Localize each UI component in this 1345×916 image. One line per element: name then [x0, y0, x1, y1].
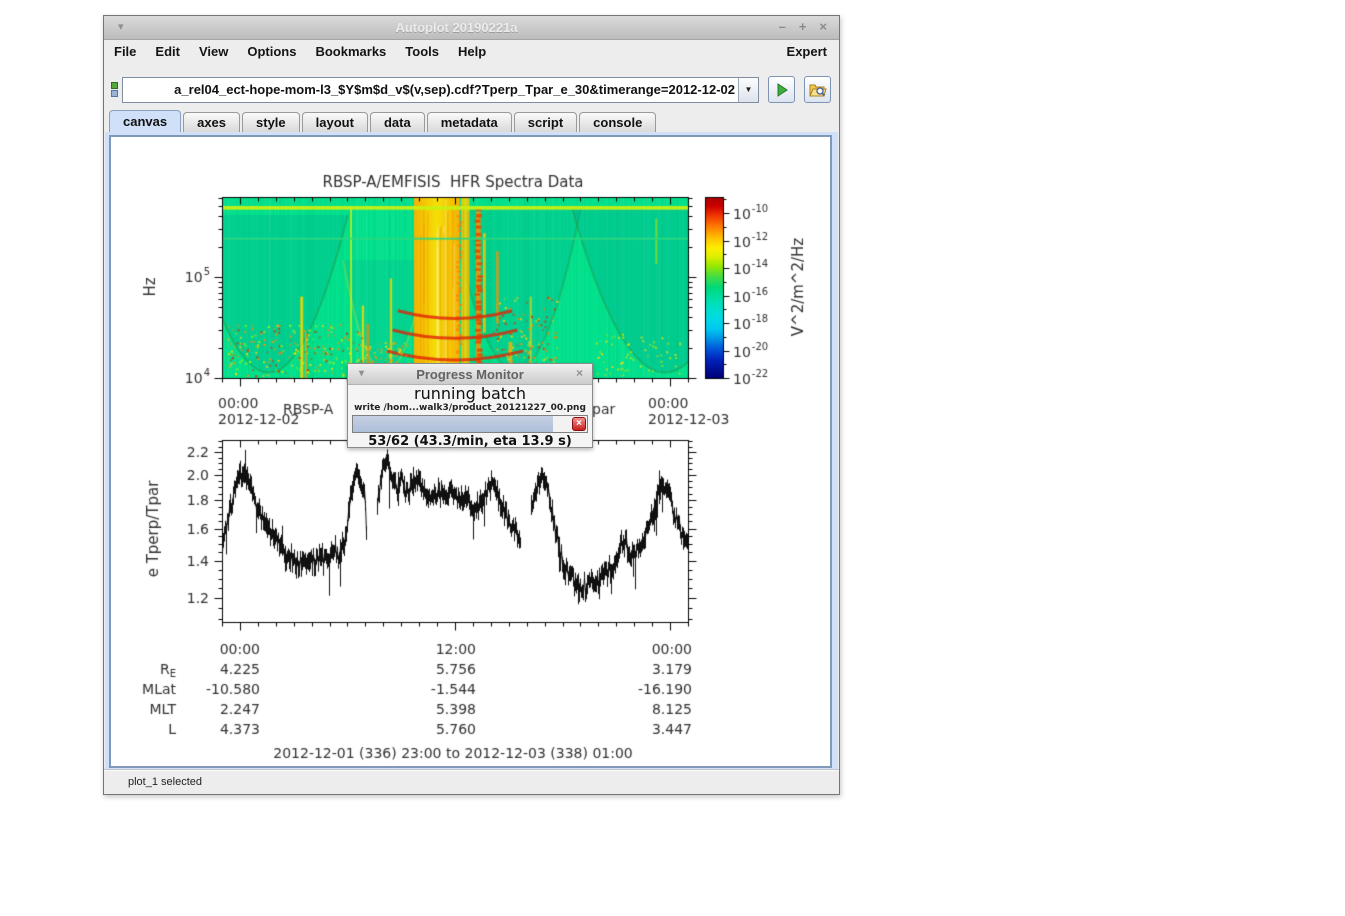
plot-go-button[interactable]	[768, 76, 795, 103]
status-bar: plot_1 selected	[104, 769, 839, 794]
tab-data[interactable]: data	[370, 112, 425, 132]
play-icon	[774, 82, 790, 98]
tab-console[interactable]: console	[579, 112, 656, 132]
window-title: Autoplot 20190221a	[164, 20, 749, 35]
maximize-icon[interactable]: +	[799, 19, 807, 34]
cancel-button[interactable]: ×	[572, 417, 586, 431]
progress-monitor-dialog[interactable]: ▾ Progress Monitor × running batch write…	[347, 363, 593, 448]
data-source-icon	[111, 90, 118, 97]
tab-bar: canvas axes style layout data metadata s…	[109, 111, 834, 132]
progress-task-label: running batch	[348, 385, 592, 403]
tab-style[interactable]: style	[242, 112, 300, 132]
tab-axes[interactable]: axes	[183, 112, 240, 132]
plot-canvas[interactable]	[111, 137, 830, 766]
uri-bar-row: a_rel04_ect-hope-mom-l3_$Y$m$d_v$(v,sep)…	[104, 73, 839, 106]
tab-script[interactable]: script	[514, 112, 577, 132]
progress-dialog-titlebar[interactable]: ▾ Progress Monitor ×	[348, 364, 592, 385]
uri-input[interactable]: a_rel04_ect-hope-mom-l3_$Y$m$d_v$(v,sep)…	[123, 78, 738, 102]
menu-help[interactable]: Help	[458, 44, 486, 59]
status-text: plot_1 selected	[128, 776, 202, 788]
uri-combobox[interactable]: a_rel04_ect-hope-mom-l3_$Y$m$d_v$(v,sep)…	[122, 77, 759, 103]
uri-dropdown-button[interactable]: ▼	[738, 78, 758, 102]
uri-type-icons	[108, 82, 121, 97]
menu-view[interactable]: View	[199, 44, 228, 59]
menubar: File Edit View Options Bookmarks Tools H…	[104, 40, 839, 62]
canvas-tab-panel	[105, 132, 838, 769]
menu-tools[interactable]: Tools	[405, 44, 439, 59]
tab-metadata[interactable]: metadata	[427, 112, 512, 132]
plot-element-icon	[111, 82, 118, 89]
menu-bookmarks[interactable]: Bookmarks	[315, 44, 386, 59]
progress-fill	[353, 416, 553, 432]
open-file-button[interactable]	[804, 76, 831, 103]
menu-options[interactable]: Options	[247, 44, 296, 59]
progress-dialog-title: Progress Monitor	[416, 367, 524, 382]
folder-search-icon	[809, 82, 827, 98]
menu-edit[interactable]: Edit	[155, 44, 180, 59]
progress-count-label: 53/62 (43.3/min, eta 13.9 s)	[348, 434, 592, 450]
expert-mode-label[interactable]: Expert	[787, 44, 827, 59]
progress-bar: ×	[352, 415, 588, 433]
chevron-down-icon: ▼	[745, 85, 753, 94]
close-icon[interactable]: ×	[819, 19, 827, 34]
plot-canvas-frame	[109, 135, 832, 768]
progress-detail-label: write /hom...walk3/product_20121227_00.p…	[348, 403, 592, 413]
autoplot-window: ▾ Autoplot 20190221a – + × File Edit Vie…	[103, 15, 840, 795]
window-menu-icon[interactable]: ▾	[118, 20, 124, 34]
window-titlebar[interactable]: ▾ Autoplot 20190221a – + ×	[104, 16, 839, 40]
tab-layout[interactable]: layout	[302, 112, 368, 132]
dialog-close-icon[interactable]: ×	[576, 366, 583, 380]
dialog-menu-icon[interactable]: ▾	[359, 368, 364, 379]
tab-canvas[interactable]: canvas	[109, 110, 181, 132]
menu-file[interactable]: File	[114, 44, 136, 59]
desktop: ▾ Autoplot 20190221a – + × File Edit Vie…	[0, 0, 1345, 916]
cancel-icon: ×	[576, 418, 582, 430]
minimize-icon[interactable]: –	[779, 19, 786, 34]
